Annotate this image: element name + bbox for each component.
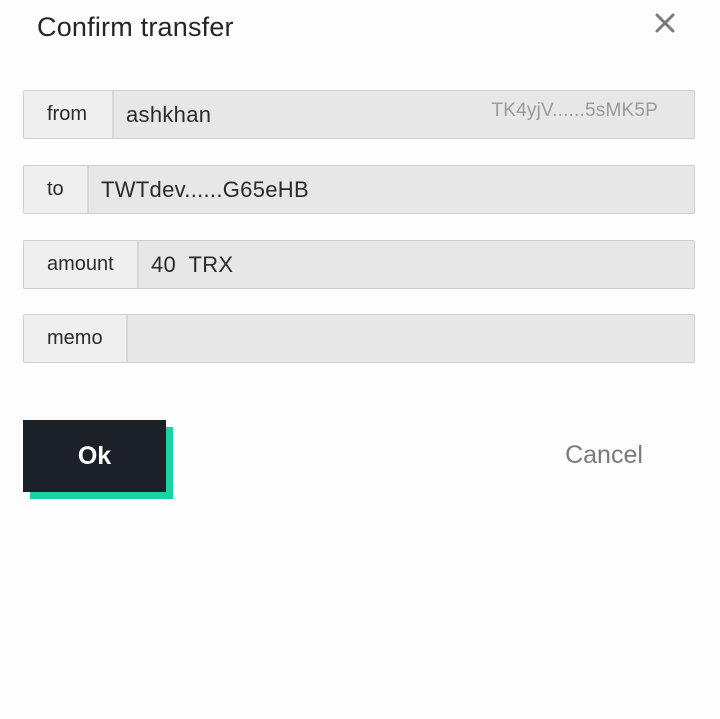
ok-button[interactable]: Ok (23, 420, 166, 492)
memo-label: memo (24, 315, 128, 362)
amount-field: amount 40 TRX (23, 240, 695, 289)
cancel-button[interactable]: Cancel (548, 436, 660, 474)
dialog-title: Confirm transfer (37, 12, 234, 42)
confirm-transfer-dialog: Confirm transfer from ashkhan TK4yjV....… (0, 0, 720, 719)
close-icon[interactable] (648, 6, 682, 40)
to-value: TWTdev......G65eHB (101, 176, 309, 202)
to-field: to TWTdev......G65eHB (23, 165, 695, 214)
amount-value: 40 TRX (151, 251, 234, 277)
to-label: to (24, 166, 89, 213)
from-account-name: ashkhan (126, 101, 212, 127)
memo-value (128, 315, 694, 362)
from-value: ashkhan TK4yjV......5sMK5P (114, 91, 694, 138)
amount-label: amount (24, 241, 139, 288)
from-label: from (24, 91, 114, 138)
from-field: from ashkhan TK4yjV......5sMK5P (23, 90, 695, 139)
ok-button-wrapper: Ok (23, 420, 173, 499)
memo-field: memo (23, 314, 695, 363)
from-address: TK4yjV......5sMK5P (491, 100, 658, 121)
